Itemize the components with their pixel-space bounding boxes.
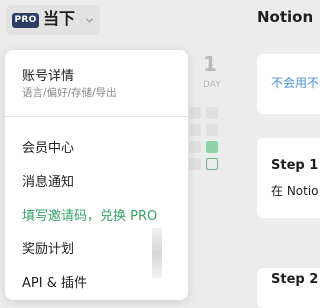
account-name: 当下 <box>43 9 76 28</box>
step1-card: Step 1 在 Notio <box>257 138 320 218</box>
account-switcher-button[interactable]: PRO 当下 <box>6 5 100 35</box>
calendar-cell <box>206 107 218 119</box>
notice-card: 不会用不 <box>257 54 320 114</box>
help-link[interactable]: 不会用不 <box>271 74 319 91</box>
calendar-cell <box>189 158 201 170</box>
account-details-subtitle: 语言/偏好/存储/导出 <box>22 87 117 99</box>
calendar-cell-today <box>206 158 218 170</box>
calendar-cell <box>189 124 201 136</box>
account-dropdown-menu: 账号详情 语言/偏好/存储/导出 会员中心 消息通知 填写邀请码，兑换 PRO … <box>5 50 188 300</box>
step2-title: Step 2 <box>271 272 319 287</box>
step1-text: 在 Notio <box>271 184 319 198</box>
menu-item-api-plugins[interactable]: API & 插件 <box>22 272 87 291</box>
step2-card: Step 2 <box>257 268 320 308</box>
pro-badge: PRO <box>12 13 39 28</box>
page-title: Notion | <box>257 8 320 26</box>
calendar-cell <box>206 124 218 136</box>
menu-item-redeem-invite-code[interactable]: 填写邀请码，兑换 PRO <box>22 205 157 224</box>
calendar-cell <box>189 141 201 153</box>
calendar-cell <box>189 107 201 119</box>
menu-item-membership[interactable]: 会员中心 <box>22 137 74 156</box>
step1-title: Step 1 <box>271 158 319 173</box>
top-bar: PRO 当下 Notion | <box>0 0 320 40</box>
menu-item-notifications[interactable]: 消息通知 <box>22 171 74 190</box>
menu-divider <box>5 116 188 117</box>
account-details-label: 账号详情 <box>22 69 75 84</box>
menu-item-rewards-program[interactable]: 奖励计划 <box>22 238 74 257</box>
menu-scroll-indicator <box>152 228 162 278</box>
calendar-cell-active <box>206 141 218 153</box>
day-count: 1 <box>203 52 217 76</box>
chevron-down-icon <box>86 18 93 23</box>
day-label: DAY <box>203 80 221 90</box>
